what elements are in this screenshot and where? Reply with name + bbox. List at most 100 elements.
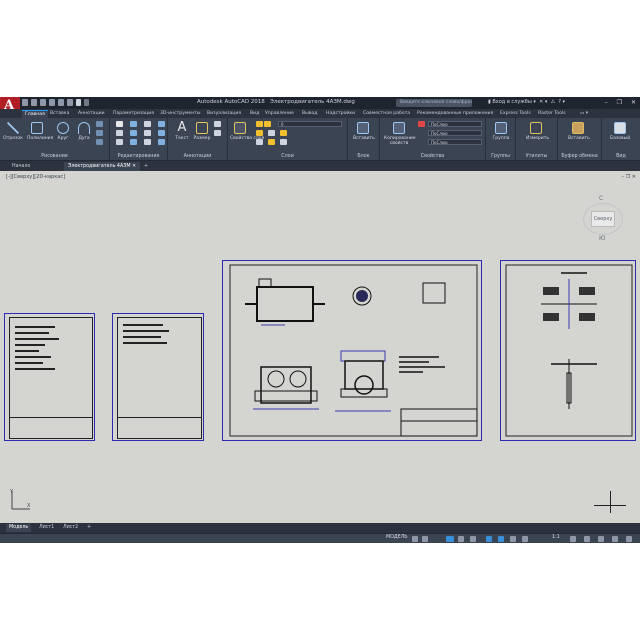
panel-block-label[interactable]: Блок (348, 154, 379, 159)
new-tab-button[interactable]: + (140, 162, 152, 171)
match-properties-button[interactable]: Копирование свойств (384, 122, 415, 146)
hatch-icon[interactable] (96, 130, 103, 136)
array-icon[interactable] (144, 139, 151, 145)
tab-express-tools[interactable]: Express Tools (500, 110, 531, 118)
stretch-icon[interactable] (116, 139, 123, 145)
polar-icon[interactable] (458, 536, 464, 542)
tab-output[interactable]: Вывод (302, 110, 317, 118)
tab-view[interactable]: Вид (250, 110, 259, 118)
lineweight-dropdown[interactable]: ПоСлою (428, 130, 482, 136)
layer-isolate-icon[interactable] (256, 130, 263, 136)
panel-draw-label[interactable]: Рисование (0, 154, 109, 159)
panel-annotation-label[interactable]: Аннотации (168, 154, 227, 159)
tab-visualize[interactable]: Визуализация (207, 110, 241, 118)
ellipse-icon[interactable] (96, 139, 103, 145)
drawing-tab[interactable]: Электродвигатель 4АЗМ ✕ (64, 162, 141, 171)
tab-addins[interactable]: Надстройки (326, 110, 355, 118)
ribbon-options-icon[interactable]: ▭ ▾ (580, 110, 588, 118)
start-tab[interactable]: Начало (8, 162, 34, 171)
explode-icon[interactable] (158, 130, 165, 136)
tab-3d-tools[interactable]: 3D-инструменты (160, 110, 201, 118)
compass-south[interactable]: Ю (599, 235, 605, 242)
model-space-toggle[interactable]: МОДЕЛЬ (386, 535, 408, 540)
arc-button[interactable]: Дуга (74, 122, 94, 141)
tab-raster-tools[interactable]: Raster Tools (538, 110, 566, 118)
leader-icon[interactable] (214, 121, 221, 127)
insert-block-button[interactable]: Вставить (353, 122, 375, 141)
add-layout-button[interactable]: + (84, 524, 94, 532)
fillet-icon[interactable] (144, 130, 151, 136)
tab-parametric[interactable]: Параметризация (113, 110, 154, 118)
line-button[interactable]: Отрезок (3, 122, 23, 141)
dimension-button[interactable]: Размер (192, 122, 212, 141)
erase-icon[interactable] (158, 121, 165, 127)
panel-view-label[interactable]: Вид (602, 154, 640, 159)
table-icon[interactable] (214, 130, 221, 136)
isolate-objects-icon[interactable] (584, 536, 590, 542)
color-dropdown[interactable]: ПоСлою (428, 121, 482, 127)
restore-icon[interactable]: ❐ (617, 99, 622, 106)
move-icon[interactable] (116, 121, 123, 127)
layer-match-icon[interactable] (268, 130, 275, 136)
customize-menu-icon[interactable] (626, 536, 632, 542)
save-icon[interactable] (40, 99, 46, 106)
panel-layers-label[interactable]: Слои (228, 154, 347, 159)
panel-utilities-label[interactable]: Утилиты (516, 154, 557, 159)
layer-dropdown[interactable]: 0 (278, 121, 342, 127)
base-view-button[interactable]: Базовый (610, 122, 630, 141)
panel-properties-label[interactable]: Свойства (380, 154, 485, 159)
layer-on-icon[interactable] (256, 121, 263, 127)
new-icon[interactable] (22, 99, 28, 106)
text-button[interactable]: A Текст (172, 121, 192, 141)
compass-north[interactable]: С (599, 195, 603, 202)
panel-clipboard-label[interactable]: Буфер обмена (558, 154, 601, 159)
tab-insert[interactable]: Вставка (50, 110, 69, 118)
save-as-icon[interactable] (49, 99, 55, 106)
tab-collaborate[interactable]: Совместная работа (363, 110, 410, 118)
web-icon[interactable] (58, 99, 64, 106)
undo-icon[interactable] (76, 99, 81, 106)
rectangle-icon[interactable] (96, 121, 103, 127)
otrack-icon[interactable] (498, 536, 504, 542)
panel-modify-label[interactable]: Редактирование (110, 154, 167, 159)
polyline-button[interactable]: Полилиния (27, 122, 53, 141)
close-tab-icon[interactable]: ✕ (132, 164, 136, 169)
ortho-icon[interactable] (446, 536, 454, 542)
trim-icon[interactable] (144, 121, 151, 127)
layer-off-icon[interactable] (268, 139, 275, 145)
rotate-icon[interactable] (130, 121, 137, 127)
mirror-icon[interactable] (130, 130, 137, 136)
layout1-tab[interactable]: Лист1 (36, 524, 57, 532)
layer-walk-icon[interactable] (280, 139, 287, 145)
annotation-scale[interactable]: 1:1 (552, 535, 560, 540)
viewport-window-controls[interactable]: – ❐ ✕ (622, 174, 636, 180)
viewcube-face[interactable]: Сверху (591, 211, 615, 227)
lineweight-icon[interactable] (510, 536, 516, 542)
viewcube[interactable]: С Сверху Ю (583, 195, 623, 251)
search-input[interactable]: Введите ключевое слово/фразу (396, 99, 472, 107)
redo-icon[interactable] (84, 99, 89, 106)
model-tab[interactable]: Модель (6, 524, 32, 532)
layer-freeze-icon[interactable] (264, 121, 271, 127)
group-button[interactable]: Группа (491, 122, 511, 141)
layer-properties-button[interactable]: Свойства слоя (230, 122, 264, 141)
drawing-area[interactable]: [-][Сверху][2D-каркас] – ❐ ✕ С Сверху Ю (0, 171, 640, 523)
tab-annotate[interactable]: Аннотации (78, 110, 105, 118)
workspace-gear-icon[interactable] (570, 536, 576, 542)
layer-lock-icon[interactable] (280, 130, 287, 136)
tab-featured-apps[interactable]: Рекомендованные приложения (417, 110, 493, 118)
layer-previous-icon[interactable] (256, 139, 263, 145)
snap-icon[interactable] (422, 536, 428, 542)
paste-button[interactable]: Вставить (568, 122, 590, 141)
layout2-tab[interactable]: Лист2 (60, 524, 81, 532)
signin-button[interactable]: ▮ Вход в службы ▾ ✕ ▾ ⚠ ? ▾ (488, 99, 565, 105)
osnap-icon[interactable] (486, 536, 492, 542)
transparency-icon[interactable] (522, 536, 528, 542)
measure-button[interactable]: Измерить (526, 122, 549, 141)
panel-groups-label[interactable]: Группы (486, 154, 515, 159)
copy-icon[interactable] (116, 130, 123, 136)
circle-button[interactable]: Круг (53, 122, 73, 141)
print-icon[interactable] (67, 99, 73, 106)
hardware-accel-icon[interactable] (598, 536, 604, 542)
grid-icon[interactable] (412, 536, 418, 542)
